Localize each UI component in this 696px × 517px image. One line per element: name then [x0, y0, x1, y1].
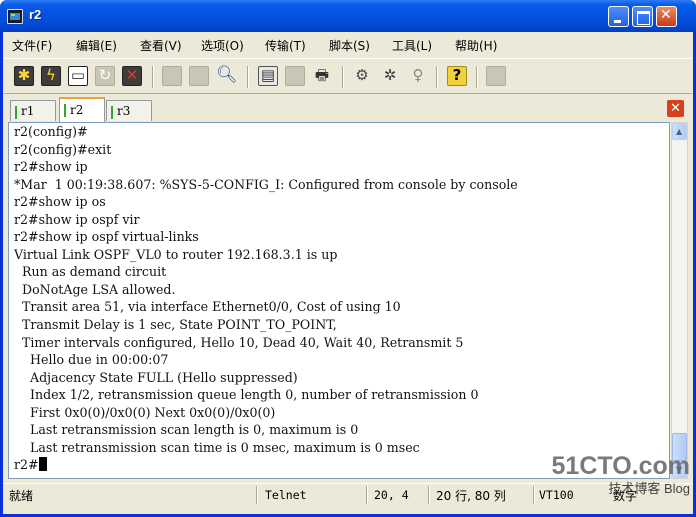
session-tabs: r1 r2 r3 ✕: [4, 96, 692, 122]
menu-bar: 文件(F) 编辑(E) 查看(V) 选项(O) 传输(T) 脚本(S) 工具(L…: [3, 33, 693, 55]
print-icon[interactable]: [285, 66, 305, 86]
scroll-up-button[interactable]: ▲: [672, 123, 687, 140]
watermark: 51CTO.com 技术博客 Blog: [552, 452, 690, 497]
terminal-line: r2(config)#exit: [14, 141, 112, 157]
toolbar: ✱ ϟ ▭ ↻ ✕ 🔍︎ ▤ 🖶︎ ⚙ ✲ ♀ ?: [4, 58, 692, 94]
session-options-icon[interactable]: ⚙: [352, 66, 372, 86]
sftp-icon[interactable]: [486, 66, 506, 86]
app-icon: [7, 9, 23, 24]
terminal-line: Timer intervals configured, Hello 10, De…: [14, 334, 464, 350]
terminal-line: r2(config)#: [14, 124, 88, 139]
close-button[interactable]: [656, 6, 677, 27]
disconnect-icon[interactable]: ✕: [122, 66, 142, 86]
maximize-button[interactable]: [632, 6, 653, 27]
menu-options[interactable]: 选项(O): [201, 37, 244, 54]
menu-tools[interactable]: 工具(L): [392, 37, 432, 54]
menu-edit[interactable]: 编辑(E): [76, 37, 117, 54]
terminal-line: Run as demand circuit: [14, 264, 167, 280]
window-title: r2: [29, 7, 42, 22]
global-options-icon[interactable]: ✲: [380, 66, 400, 86]
status-ready: 就绪: [9, 489, 34, 503]
terminal-line: r2#show ip ospf virtual-links: [14, 229, 199, 245]
connect-tab-icon[interactable]: ▭: [68, 66, 88, 86]
menu-transfer[interactable]: 传输(T): [265, 37, 306, 54]
menu-view[interactable]: 查看(V): [140, 37, 182, 54]
keymap-icon[interactable]: ♀: [408, 66, 428, 86]
terminal-window: r2 文件(F) 编辑(E) 查看(V) 选项(O) 传输(T) 脚本(S) 工…: [0, 0, 696, 517]
terminal-line: Virtual Link OSPF_VL0 to router 192.168.…: [14, 246, 338, 262]
terminal-line: Transmit Delay is 1 sec, State POINT_TO_…: [14, 317, 337, 333]
tab-label: r3: [117, 104, 131, 118]
tab-r2[interactable]: r2: [59, 97, 105, 122]
terminal-line: DoNotAge LSA allowed.: [14, 281, 176, 297]
terminal-line: r2#show ip os: [14, 194, 106, 210]
status-protocol: Telnet: [265, 488, 307, 502]
menu-file[interactable]: 文件(F): [12, 37, 52, 54]
menu-help[interactable]: 帮助(H): [455, 37, 497, 54]
close-tab-icon[interactable]: ✕: [667, 100, 684, 117]
quick-connect-icon[interactable]: ϟ: [41, 66, 61, 86]
tab-label: r1: [21, 104, 35, 118]
tab-label: r2: [70, 103, 84, 117]
terminal-line: Hello due in 00:00:07: [14, 352, 169, 368]
find-icon[interactable]: 🔍︎: [216, 65, 238, 86]
watermark-logo: 51CTO.com: [551, 452, 690, 480]
help-icon[interactable]: ?: [447, 66, 467, 86]
terminal-prompt: r2#: [14, 457, 39, 473]
terminal-line: Transit area 51, via interface Ethernet0…: [14, 299, 401, 315]
terminal-line: r2#show ip ospf vir: [14, 211, 140, 227]
terminal-line: r2#show ip: [14, 159, 88, 175]
terminal-output[interactable]: r2(config)# r2(config)#exit r2#show ip *…: [8, 122, 670, 479]
status-cursor-position: 20, 4: [374, 488, 409, 502]
vertical-scrollbar[interactable]: ▲ ▼: [671, 122, 688, 479]
paste-icon[interactable]: [189, 66, 209, 86]
terminal-line: Adjacency State FULL (Hello suppressed): [14, 369, 298, 385]
title-bar[interactable]: r2: [0, 0, 696, 32]
terminal-line: First 0x0(0)/0x0(0) Next 0x0(0)/0x0(0): [14, 404, 276, 420]
menu-script[interactable]: 脚本(S): [329, 37, 370, 54]
tab-r3[interactable]: r3: [106, 100, 152, 121]
status-size: 20 行, 80 列: [436, 489, 506, 503]
connect-icon[interactable]: ✱: [14, 66, 34, 86]
print-setup-icon[interactable]: ▤: [258, 66, 278, 86]
text-cursor: [38, 457, 47, 472]
terminal-line: Index 1/2, retransmission queue length 0…: [14, 387, 479, 403]
terminal-line: Last retransmission scan length is 0, ma…: [14, 422, 359, 438]
reconnect-icon[interactable]: ↻: [95, 66, 115, 86]
print-screen-icon[interactable]: 🖶︎: [312, 66, 332, 86]
terminal-line: *Mar 1 00:19:38.607: %SYS-5-CONFIG_I: Co…: [14, 176, 518, 192]
tab-r1[interactable]: r1: [10, 100, 56, 121]
minimize-button[interactable]: [608, 6, 629, 27]
copy-icon[interactable]: [162, 66, 182, 86]
